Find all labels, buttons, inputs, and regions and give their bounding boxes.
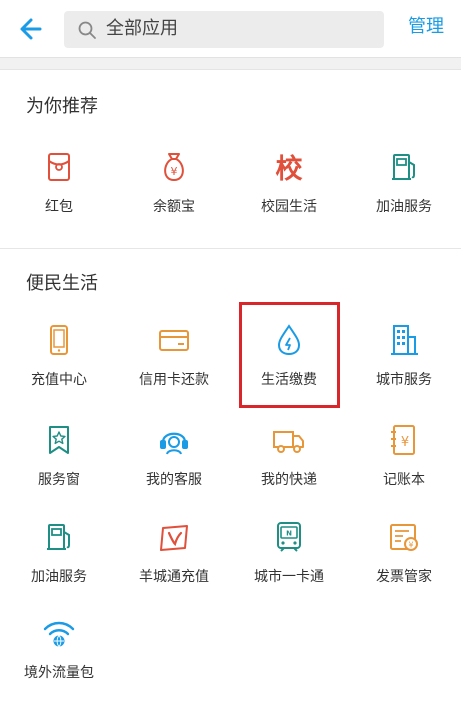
svg-text:校: 校 xyxy=(276,153,303,184)
app-tile-yuebao[interactable]: ¥ 余额宝 xyxy=(119,150,229,240)
svg-text:¥: ¥ xyxy=(408,541,413,550)
invoice-icon: ¥ xyxy=(390,524,418,551)
app-tile-recharge[interactable]: 充值中心 xyxy=(4,323,114,413)
svg-text:¥: ¥ xyxy=(171,165,178,178)
app-tile-ledger[interactable]: ¥ 记账本 xyxy=(349,423,459,513)
life-section-title: 便民生活 xyxy=(26,273,98,294)
app-tile-fuel-2[interactable]: 加油服务 xyxy=(4,520,114,610)
search-icon xyxy=(78,21,96,39)
app-tile-red-envelope[interactable]: 红包 xyxy=(4,150,114,240)
ledger-icon: ¥ xyxy=(391,425,415,455)
app-tile-campus[interactable]: 校 校园生活 xyxy=(234,150,344,240)
app-tile-fuel[interactable]: 加油服务 xyxy=(349,150,459,240)
app-label: 校园生活 xyxy=(261,199,317,215)
bookmark-star-icon xyxy=(49,426,69,454)
recommend-section-title: 为你推荐 xyxy=(26,96,98,117)
highlight-box xyxy=(239,302,340,408)
app-label: 发票管家 xyxy=(376,569,432,585)
section-separator xyxy=(0,58,461,70)
app-tile-invoice[interactable]: ¥ 发票管家 xyxy=(349,520,459,610)
svg-text:¥: ¥ xyxy=(401,435,409,450)
app-label: 记账本 xyxy=(383,472,425,488)
yct-card-icon xyxy=(160,525,188,551)
red-envelope-icon xyxy=(48,153,70,181)
top-bar: 全部应用 管理 xyxy=(0,0,461,58)
app-label: 羊城通充值 xyxy=(139,569,209,585)
back-arrow-icon[interactable] xyxy=(16,15,48,43)
transit-card-icon: N xyxy=(277,522,301,552)
app-label: 余额宝 xyxy=(153,199,195,215)
app-label: 加油服务 xyxy=(376,199,432,215)
search-input[interactable]: 全部应用 xyxy=(64,11,384,48)
credit-card-icon xyxy=(159,330,189,351)
campus-icon: 校 xyxy=(276,153,303,184)
app-tile-credit-card[interactable]: 信用卡还款 xyxy=(119,323,229,413)
app-tile-transit-card[interactable]: N 城市一卡通 xyxy=(234,520,344,610)
app-label: 红包 xyxy=(45,199,73,215)
app-label: 我的客服 xyxy=(146,472,202,488)
app-tile-city-service[interactable]: 城市服务 xyxy=(349,323,459,413)
app-tile-customer-service[interactable]: 我的客服 xyxy=(119,423,229,513)
fuel-pump-icon xyxy=(47,524,70,550)
app-label: 信用卡还款 xyxy=(139,372,209,388)
app-label: 加油服务 xyxy=(31,569,87,585)
app-label: 服务窗 xyxy=(38,472,80,488)
app-label: 城市一卡通 xyxy=(254,569,324,585)
app-label: 城市服务 xyxy=(376,372,432,388)
app-tile-yct-recharge[interactable]: 羊城通充值 xyxy=(119,520,229,610)
svg-text:N: N xyxy=(286,530,292,538)
building-icon xyxy=(391,325,418,355)
app-label: 境外流量包 xyxy=(24,665,94,681)
search-placeholder: 全部应用 xyxy=(106,18,178,39)
manage-button[interactable]: 管理 xyxy=(408,15,444,39)
wifi-globe-icon xyxy=(43,621,75,647)
phone-icon xyxy=(50,325,68,355)
app-tile-roaming-data[interactable]: 境外流量包 xyxy=(4,616,114,706)
headset-icon xyxy=(160,432,188,455)
app-tile-service-window[interactable]: 服务窗 xyxy=(4,423,114,513)
app-label: 充值中心 xyxy=(31,372,87,388)
app-tile-express[interactable]: 我的快递 xyxy=(234,423,344,513)
truck-icon xyxy=(273,431,304,453)
fuel-pump-icon xyxy=(392,154,415,180)
money-bag-icon: ¥ xyxy=(164,153,184,182)
app-label: 我的快递 xyxy=(261,472,317,488)
section-divider xyxy=(0,248,461,249)
